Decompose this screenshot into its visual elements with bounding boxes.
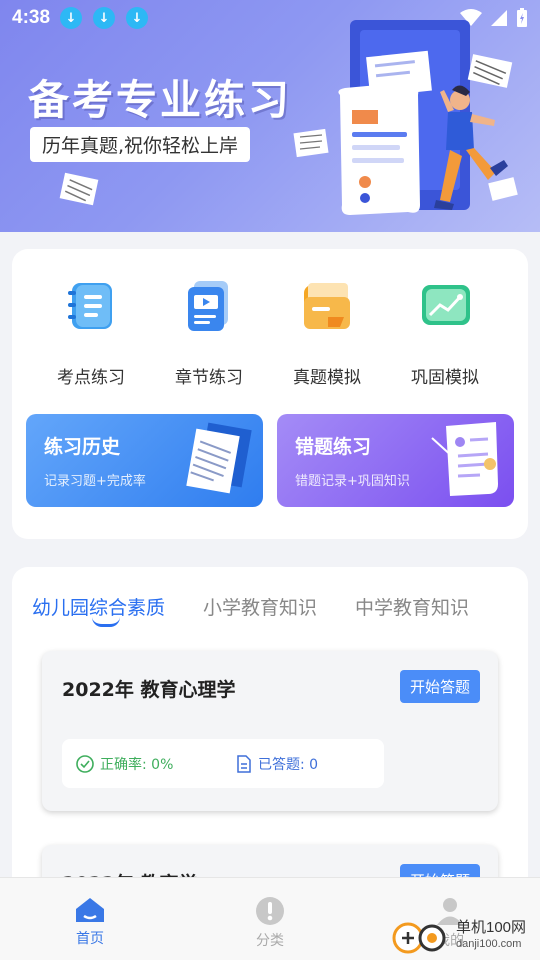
folder-icon xyxy=(300,279,354,333)
exam-stats: 正确率: 0% 已答题: 0 xyxy=(62,739,384,788)
watermark-text: 单机100网 danji100.com xyxy=(456,920,526,952)
practice-history-card[interactable]: 练习历史 记录习题+完成率 xyxy=(26,414,263,507)
nav-label: 分类 xyxy=(256,933,284,949)
answered-count-text: 已答题: 0 xyxy=(258,756,319,773)
scroll-icon xyxy=(431,422,498,496)
nav-home[interactable]: 首页 xyxy=(0,878,180,960)
download-icon: ↓ xyxy=(126,7,149,29)
tab-secondary[interactable]: 中学教育知识 xyxy=(355,593,469,620)
watermark: 单机100网 danji100.com xyxy=(388,916,526,956)
feature-title: 练习历史 xyxy=(44,436,121,458)
watermark-url: danji100.com xyxy=(456,938,522,950)
banner-subtitle: 历年真题,祝你轻松上岸 xyxy=(30,127,251,162)
start-answer-button[interactable]: 开始答题 xyxy=(399,670,480,703)
documents-icon xyxy=(186,422,252,494)
download-icon: ↓ xyxy=(93,7,116,29)
watermark-logo-icon xyxy=(392,922,446,954)
banner-title: 备考专业练习 xyxy=(28,76,292,124)
alert-icon xyxy=(256,897,284,925)
correct-rate-text: 正确率: 0% xyxy=(100,756,174,773)
notebook-icon xyxy=(64,279,118,333)
status-time: 4:38 xyxy=(12,7,51,28)
wrong-questions-card[interactable]: 错题练习 错题记录+巩固知识 xyxy=(277,414,514,507)
tab-kindergarten[interactable]: 幼儿园综合素质 xyxy=(32,593,165,620)
video-doc-icon xyxy=(182,279,236,333)
exam-title: 2022年 教育心理学 xyxy=(62,679,236,701)
paper-icon xyxy=(293,128,329,158)
correct-rate: 正确率: 0% xyxy=(76,754,236,774)
check-circle-icon xyxy=(76,754,94,773)
paper-icon xyxy=(59,172,99,206)
tab-primary[interactable]: 小学教育知识 xyxy=(203,593,317,620)
answered-count: 已答题: 0 xyxy=(236,754,318,774)
practice-card: 考点练习 章节练习 真题模拟 巩固模拟 练习历史 记录习题+完成率 错题练习 错… xyxy=(12,249,528,539)
download-icon: ↓ xyxy=(60,7,83,29)
nav-category[interactable]: 分类 xyxy=(180,878,360,960)
category-item[interactable]: 真题模拟 xyxy=(268,279,386,388)
subject-tabs: 幼儿园综合素质 小学教育知识 中学教育知识 xyxy=(32,593,507,620)
document-icon xyxy=(237,754,251,773)
chart-icon xyxy=(418,279,472,333)
banner-illustration xyxy=(338,20,518,215)
category-grid: 考点练习 章节练习 真题模拟 巩固模拟 xyxy=(12,279,528,388)
category-label: 考点练习 xyxy=(57,368,125,388)
watermark-name: 单机100网 xyxy=(456,919,527,936)
active-tab-indicator xyxy=(92,617,120,627)
feature-title: 错题练习 xyxy=(295,436,372,458)
banner[interactable]: 4:38 ↓ ↓ ↓ 备考专业练习 历年真题,祝你轻松上岸 xyxy=(0,0,540,232)
category-item[interactable]: 考点练习 xyxy=(32,279,150,388)
category-item[interactable]: 章节练习 xyxy=(150,279,268,388)
category-item[interactable]: 巩固模拟 xyxy=(386,279,504,388)
feature-subtitle: 错题记录+巩固知识 xyxy=(295,474,410,489)
feature-subtitle: 记录习题+完成率 xyxy=(44,474,146,489)
category-label: 章节练习 xyxy=(175,368,243,388)
home-icon xyxy=(76,898,104,922)
category-label: 真题模拟 xyxy=(293,368,361,388)
exam-item[interactable]: 2022年 教育心理学 开始答题 正确率: 0% 已答题: 0 xyxy=(42,651,498,811)
nav-label: 首页 xyxy=(76,931,104,947)
category-label: 巩固模拟 xyxy=(411,368,479,388)
